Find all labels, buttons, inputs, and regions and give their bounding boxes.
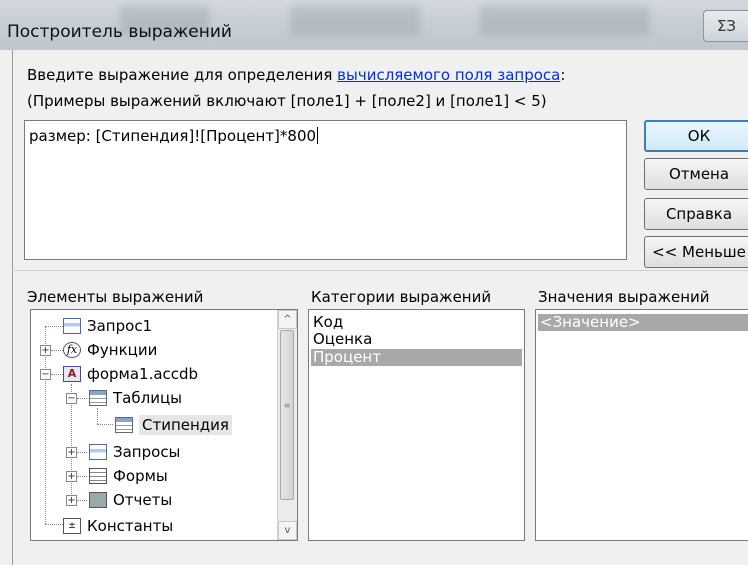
database-icon: A <box>63 366 81 382</box>
tree-item-forms[interactable]: Формы <box>89 467 168 485</box>
calculated-field-link[interactable]: вычисляемого поля запроса <box>337 66 560 84</box>
tree-item-label: Функции <box>87 341 158 359</box>
tree-line <box>97 408 98 424</box>
title-bar: Построитель выражений ΣЗ <box>0 0 748 50</box>
scroll-up-button[interactable]: ^ <box>278 310 297 329</box>
scroll-thumb[interactable]: ≡ <box>280 330 294 500</box>
categories-list[interactable]: Код Оценка Процент <box>308 309 525 541</box>
instruction-line-2: (Примеры выражений включают [поле1] + [п… <box>27 92 547 110</box>
tree-item-label: Отчеты <box>113 491 173 509</box>
tree-item-queries[interactable]: Запросы <box>89 443 180 461</box>
categories-label: Категории выражений <box>311 288 492 306</box>
table-icon <box>89 390 107 406</box>
tree-line <box>45 524 63 525</box>
function-icon: fx <box>63 342 81 358</box>
tree-item-label: Формы <box>113 467 168 485</box>
category-item-kod[interactable]: Код <box>311 314 522 331</box>
query-icon <box>63 318 81 334</box>
tree-item-label: Запрос1 <box>87 317 153 335</box>
category-item-otsenka[interactable]: Оценка <box>311 331 522 348</box>
tree-line <box>77 452 87 453</box>
cancel-button[interactable]: Отмена <box>644 158 748 190</box>
tree-item-label: Стипендия <box>139 415 232 435</box>
query-icon <box>89 444 107 460</box>
elements-label: Элементы выражений <box>27 288 204 306</box>
tree-item-label: форма1.accdb <box>87 365 199 383</box>
less-button[interactable]: << Меньше <box>644 236 748 268</box>
report-icon <box>89 492 107 508</box>
tree-item-constants[interactable]: ± Константы <box>63 517 173 535</box>
collapse-database-toggle[interactable]: − <box>40 369 51 380</box>
instruction-text: Введите выражение для определения <box>27 66 338 84</box>
divider <box>12 270 748 271</box>
expression-text: размер: [Стипендия]![Процент]*800 <box>29 127 317 145</box>
scroll-down-button[interactable]: v <box>278 521 297 540</box>
instruction-colon: : <box>560 66 566 84</box>
value-item[interactable]: <Значение> <box>538 314 748 331</box>
tree-line <box>77 476 87 477</box>
form-icon <box>89 468 107 484</box>
tree-item-reports[interactable]: Отчеты <box>89 491 172 509</box>
tree-line <box>77 500 87 501</box>
text-caret <box>317 127 319 144</box>
tree-item-label: Таблицы <box>113 389 182 407</box>
help-button[interactable]: Справка <box>644 198 748 230</box>
window-title: Построитель выражений <box>7 22 232 42</box>
tree-item-stipendiya[interactable]: Стипендия <box>115 415 232 435</box>
expression-input[interactable]: размер: [Стипендия]![Процент]*800 <box>24 120 627 260</box>
ok-button[interactable]: ОК <box>644 120 748 152</box>
values-list[interactable]: <Значение> <box>535 309 748 541</box>
tree-item-tables[interactable]: Таблицы <box>89 389 182 407</box>
tree-line <box>45 326 63 327</box>
table-icon <box>115 417 133 433</box>
tree-item-database[interactable]: A форма1.accdb <box>63 365 198 383</box>
expand-forms-toggle[interactable]: + <box>66 471 77 482</box>
collapse-tables-toggle[interactable]: − <box>66 393 77 404</box>
tree-item-query1[interactable]: Запрос1 <box>63 317 152 335</box>
elements-scrollbar[interactable]: ^ ≡ v <box>277 310 297 540</box>
expand-functions-toggle[interactable]: + <box>40 345 51 356</box>
close-button[interactable]: ΣЗ <box>703 10 748 42</box>
tree-line <box>51 374 63 375</box>
tree-line <box>51 350 63 351</box>
category-item-protsent[interactable]: Процент <box>311 349 522 366</box>
tree-item-label: Константы <box>87 517 174 535</box>
background-blur <box>290 6 420 36</box>
background-blur <box>480 6 650 36</box>
elements-tree[interactable]: + − − + + + Запрос1 fx Функции A форма1.… <box>30 309 298 541</box>
expand-queries-toggle[interactable]: + <box>66 447 77 458</box>
constant-icon: ± <box>63 518 81 534</box>
expand-reports-toggle[interactable]: + <box>66 495 77 506</box>
close-icon: ΣЗ <box>716 17 737 35</box>
tree-line <box>77 398 87 399</box>
values-label: Значения выражений <box>538 288 710 306</box>
instruction-line-1: Введите выражение для определения вычисл… <box>27 66 565 84</box>
tree-line <box>97 424 113 425</box>
tree-item-label: Запросы <box>113 443 181 461</box>
tree-item-functions[interactable]: fx Функции <box>63 341 157 359</box>
